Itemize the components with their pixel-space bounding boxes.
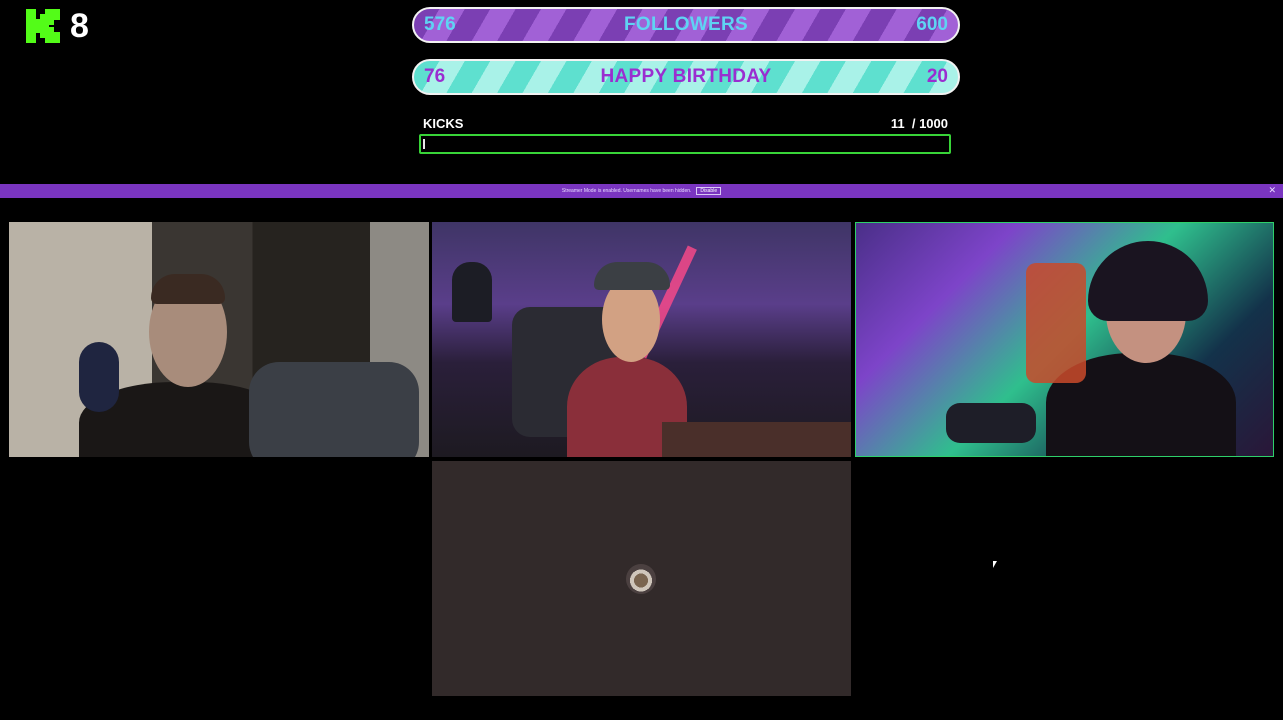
followers-goal-title: FOLLOWERS (623, 14, 749, 35)
kicks-progress-fill (423, 139, 425, 149)
kick-count: 8 (70, 7, 89, 45)
video-tile-participant-1[interactable] (9, 222, 429, 457)
close-icon[interactable]: ✕ (1268, 185, 1276, 196)
followers-goal-bar: 576 FOLLOWERS 600 (412, 7, 960, 43)
streamer-mode-banner: Streamer Mode is enabled. Usernames have… (0, 184, 1283, 198)
mouse-cursor-icon (993, 561, 997, 568)
video-tile-participant-4[interactable] (432, 461, 851, 696)
followers-current: 576 (424, 14, 456, 35)
video-tile-participant-2[interactable] (432, 222, 851, 457)
kick-logo-icon (26, 9, 60, 43)
banner-message: Streamer Mode is enabled. Usernames have… (561, 188, 692, 194)
disable-streamer-mode-button[interactable]: Disable (696, 187, 722, 195)
birthday-goal-title: HAPPY BIRTHDAY (600, 66, 772, 87)
user-avatar-icon (626, 564, 656, 594)
kicks-counter: 11 / 1000 (870, 116, 948, 131)
birthday-current: 76 (424, 66, 446, 87)
video-tile-participant-3[interactable] (855, 222, 1274, 457)
birthday-goal-bar: 76 HAPPY BIRTHDAY 20 (412, 59, 960, 95)
kicks-goal: / 1000 (911, 116, 948, 131)
kicks-label: KICKS (423, 116, 464, 131)
kicks-progress-bar (419, 134, 951, 154)
followers-target: 600 (916, 14, 948, 35)
birthday-target: 20 (926, 66, 948, 87)
stream-overlay: 8 576 FOLLOWERS 600 76 HAPPY BIRTHDAY 20… (0, 0, 1283, 720)
kicks-current: 11 (890, 116, 905, 131)
